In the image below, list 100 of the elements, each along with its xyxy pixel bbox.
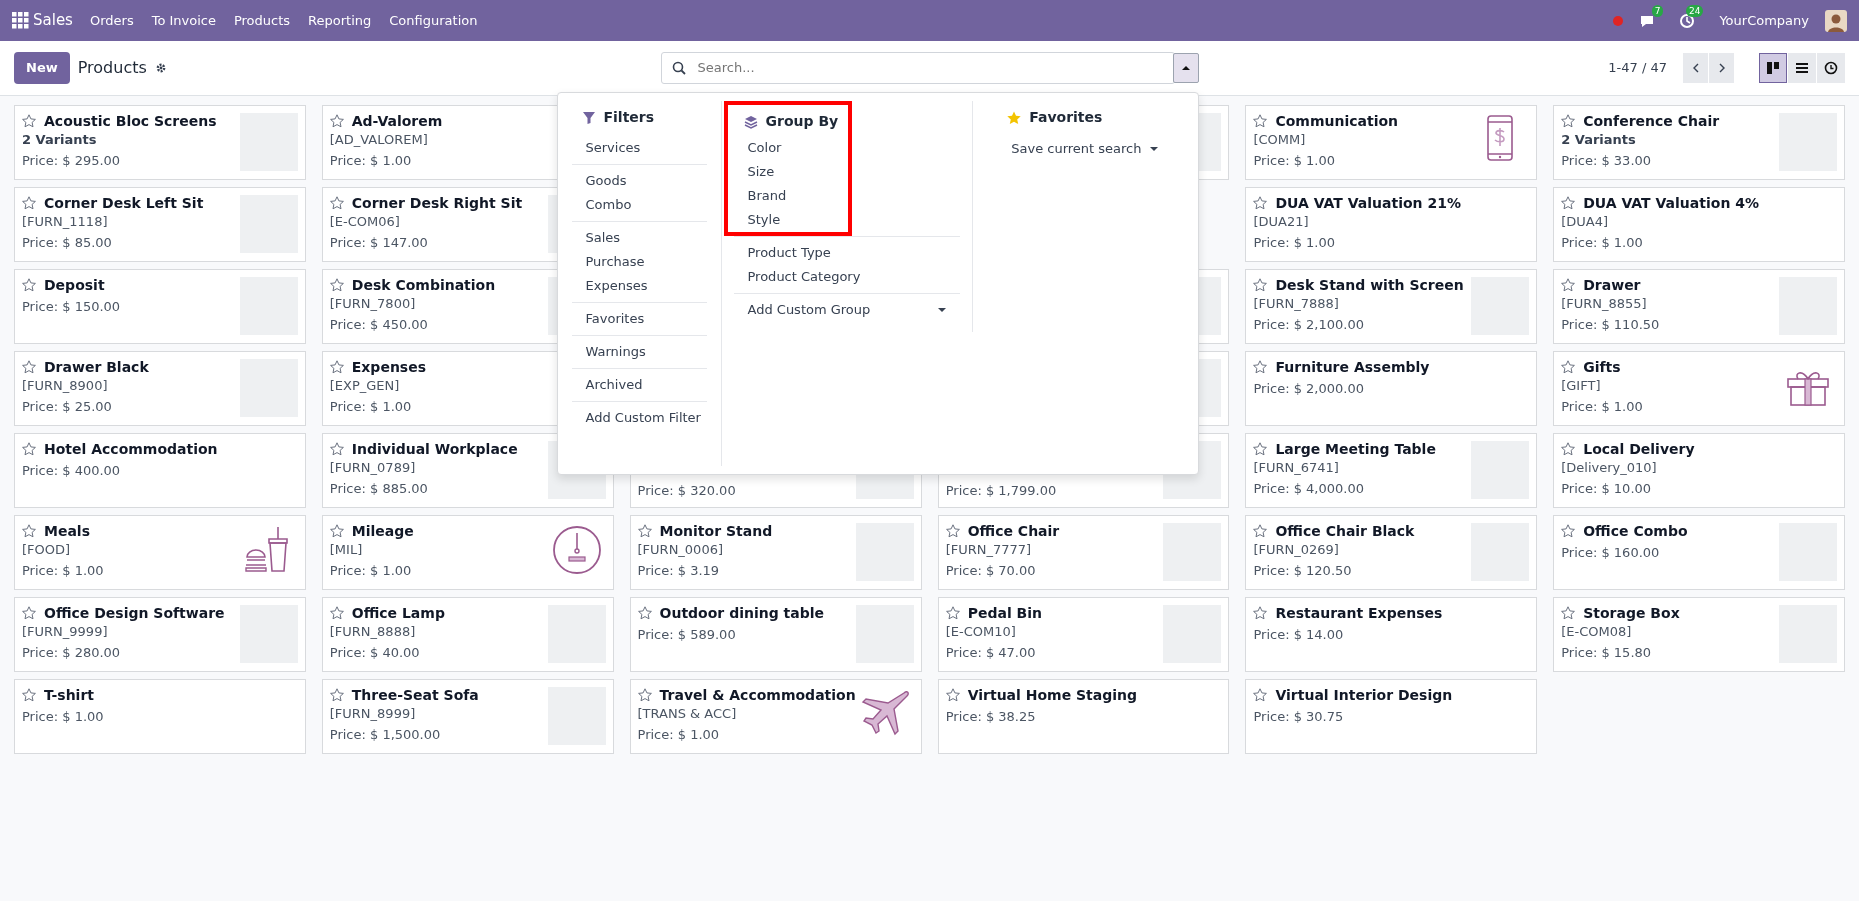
save-search-toggle[interactable]: Save current search bbox=[997, 132, 1172, 161]
menu-item[interactable]: Configuration bbox=[380, 10, 487, 31]
favorite-star-icon[interactable] bbox=[1253, 442, 1268, 456]
kanban-view-button[interactable] bbox=[1759, 53, 1787, 83]
product-card[interactable]: Conference Chair 2 Variants Price: $ 33.00 bbox=[1553, 105, 1845, 180]
search-box[interactable]: Search... bbox=[660, 52, 1175, 84]
favorite-star-icon[interactable] bbox=[22, 360, 36, 374]
favorite-star-icon[interactable] bbox=[329, 524, 344, 538]
favorite-star-icon[interactable] bbox=[1253, 196, 1268, 210]
menu-item[interactable]: To Invoice bbox=[142, 10, 225, 31]
favorite-star-icon[interactable] bbox=[945, 524, 960, 538]
search-options-toggle[interactable] bbox=[1172, 53, 1199, 83]
product-card[interactable]: Pedal Bin [E-COM10] Price: $ 47.00 bbox=[937, 597, 1230, 672]
favorite-star-icon[interactable] bbox=[329, 114, 344, 128]
favorite-star-icon[interactable] bbox=[945, 606, 960, 620]
list-view-button[interactable] bbox=[1788, 53, 1816, 83]
product-card[interactable]: Communication [COMM] Price: $ 1.00 bbox=[1245, 105, 1538, 180]
apps-menu-icon[interactable] bbox=[12, 12, 29, 29]
product-card[interactable]: Outdoor dining table Price: $ 589.00 bbox=[629, 597, 922, 672]
favorite-star-icon[interactable] bbox=[22, 606, 36, 620]
favorite-star-icon[interactable] bbox=[1253, 114, 1268, 128]
product-card[interactable]: Virtual Interior Design Price: $ 30.75 bbox=[1245, 679, 1538, 754]
product-card[interactable]: Meals [FOOD] Price: $ 1.00 bbox=[14, 515, 306, 590]
favorite-star-icon[interactable] bbox=[22, 442, 36, 456]
previous-button[interactable] bbox=[1683, 53, 1708, 83]
product-card[interactable]: Virtual Home Staging Price: $ 38.25 bbox=[937, 679, 1230, 754]
favorite-star-icon[interactable] bbox=[22, 524, 36, 538]
product-card[interactable]: T-shirt Price: $ 1.00 bbox=[14, 679, 306, 754]
settings-icon[interactable] bbox=[154, 62, 167, 74]
clock-icon[interactable] bbox=[1679, 13, 1696, 30]
favorite-star-icon[interactable] bbox=[22, 196, 36, 210]
favorite-star-icon[interactable] bbox=[1253, 360, 1268, 374]
favorite-star-icon[interactable] bbox=[1253, 606, 1268, 620]
product-card[interactable]: Furniture Assembly Price: $ 2,000.00 bbox=[1245, 351, 1538, 426]
app-name[interactable]: Sales bbox=[29, 9, 81, 32]
favorite-star-icon[interactable] bbox=[1561, 524, 1576, 538]
favorite-star-icon[interactable] bbox=[637, 606, 652, 620]
favorite-star-icon[interactable] bbox=[329, 196, 344, 210]
avatar-icon[interactable] bbox=[1825, 9, 1847, 32]
group-by-option[interactable]: Color bbox=[733, 136, 796, 160]
search-input[interactable]: Search... bbox=[695, 57, 1174, 79]
product-card[interactable]: Deposit Price: $ 150.00 bbox=[14, 269, 306, 344]
favorite-star-icon[interactable] bbox=[945, 688, 960, 702]
favorite-star-icon[interactable] bbox=[637, 524, 652, 538]
activity-view-button[interactable] bbox=[1817, 53, 1845, 83]
favorite-star-icon[interactable] bbox=[22, 688, 36, 702]
product-card[interactable]: DUA VAT Valuation 21% [DUA21] Price: $ 1.00 bbox=[1245, 187, 1538, 262]
product-card[interactable]: DUA VAT Valuation 4% [DUA4] Price: $ 1.00 bbox=[1553, 187, 1845, 262]
product-card[interactable]: Local Delivery [Delivery_010] Price: $ 10.00 bbox=[1553, 433, 1845, 508]
chat-icon[interactable] bbox=[1639, 13, 1656, 30]
product-card[interactable]: Monitor Stand [FURN_0006] Price: $ 3.19 bbox=[629, 515, 922, 590]
product-code: [TRANS & ACC] bbox=[637, 705, 737, 723]
favorite-star-icon[interactable] bbox=[329, 278, 344, 292]
favorite-star-icon[interactable] bbox=[329, 688, 344, 702]
menu-item[interactable]: Orders bbox=[80, 10, 143, 31]
product-card[interactable]: Restaurant Expenses Price: $ 14.00 bbox=[1245, 597, 1538, 672]
menu-item[interactable]: Products bbox=[224, 10, 300, 31]
group-by-option[interactable]: Style bbox=[733, 208, 795, 232]
group-by-option[interactable]: Product Category bbox=[733, 265, 875, 289]
group-by-option[interactable]: Product Type bbox=[733, 241, 845, 265]
group-by-option[interactable]: Size bbox=[733, 160, 789, 184]
product-code: [FURN_0269] bbox=[1253, 541, 1339, 559]
product-card[interactable]: Three-Seat Sofa [FURN_8999] Price: $ 1,500.00 bbox=[321, 679, 614, 754]
product-card[interactable]: Gifts [GIFT] Price: $ 1.00 bbox=[1553, 351, 1845, 426]
favorite-star-icon[interactable] bbox=[1253, 524, 1268, 538]
favorite-star-icon[interactable] bbox=[1561, 606, 1576, 620]
product-card[interactable]: Corner Desk Left Sit [FURN_1118] Price: $ 85.00 bbox=[14, 187, 306, 262]
menu-item[interactable]: Reporting bbox=[299, 10, 381, 31]
favorite-star-icon[interactable] bbox=[1561, 442, 1576, 456]
product-card[interactable]: Drawer [FURN_8855] Price: $ 110.50 bbox=[1553, 269, 1845, 344]
favorite-star-icon[interactable] bbox=[1561, 278, 1576, 292]
favorite-star-icon[interactable] bbox=[637, 688, 652, 702]
product-card[interactable]: Hotel Accommodation Price: $ 400.00 bbox=[14, 433, 306, 508]
product-card[interactable]: Acoustic Bloc Screens 2 Variants Price: $ 295.00 bbox=[14, 105, 306, 180]
next-button[interactable] bbox=[1709, 53, 1734, 83]
product-card[interactable]: Mileage [MIL] Price: $ 1.00 bbox=[321, 515, 614, 590]
product-card[interactable]: Storage Box [E-COM08] Price: $ 15.80 bbox=[1553, 597, 1845, 672]
favorite-star-icon[interactable] bbox=[1253, 278, 1268, 292]
product-card[interactable]: Desk Stand with Screen [FURN_7888] Price: $ 2,100.00 bbox=[1245, 269, 1538, 344]
favorite-star-icon[interactable] bbox=[1561, 360, 1576, 374]
favorite-star-icon[interactable] bbox=[329, 606, 344, 620]
favorite-star-icon[interactable] bbox=[1561, 114, 1576, 128]
product-card[interactable]: Office Combo Price: $ 160.00 bbox=[1553, 515, 1845, 590]
favorite-star-icon[interactable] bbox=[22, 278, 36, 292]
product-card[interactable]: Large Meeting Table [FURN_6741] Price: $ 4,000.00 bbox=[1245, 433, 1538, 508]
favorite-star-icon[interactable] bbox=[1561, 196, 1576, 210]
favorite-star-icon[interactable] bbox=[22, 114, 36, 128]
new-button[interactable]: New bbox=[14, 52, 70, 84]
product-card[interactable]: Office Lamp [FURN_8888] Price: $ 40.00 bbox=[321, 597, 614, 672]
product-card[interactable]: Drawer Black [FURN_8900] Price: $ 25.00 bbox=[14, 351, 306, 426]
product-card[interactable]: Office Chair Black [FURN_0269] Price: $ 120.50 bbox=[1245, 515, 1538, 590]
product-card[interactable]: Office Design Software [FURN_9999] Price: $ 280.00 bbox=[14, 597, 306, 672]
product-price: Price: $ 70.00 bbox=[945, 562, 1036, 580]
favorite-star-icon[interactable] bbox=[329, 442, 344, 456]
custom-group-select[interactable]: Add Custom Group bbox=[733, 298, 961, 322]
product-card[interactable]: Office Chair [FURN_7777] Price: $ 70.00 bbox=[937, 515, 1230, 590]
product-card[interactable]: Travel & Accommodation [TRANS & ACC] Price: $ 1.00 bbox=[629, 679, 922, 754]
favorite-star-icon[interactable] bbox=[329, 360, 344, 374]
group-by-option[interactable]: Brand bbox=[733, 184, 801, 208]
favorite-star-icon[interactable] bbox=[1253, 688, 1268, 702]
